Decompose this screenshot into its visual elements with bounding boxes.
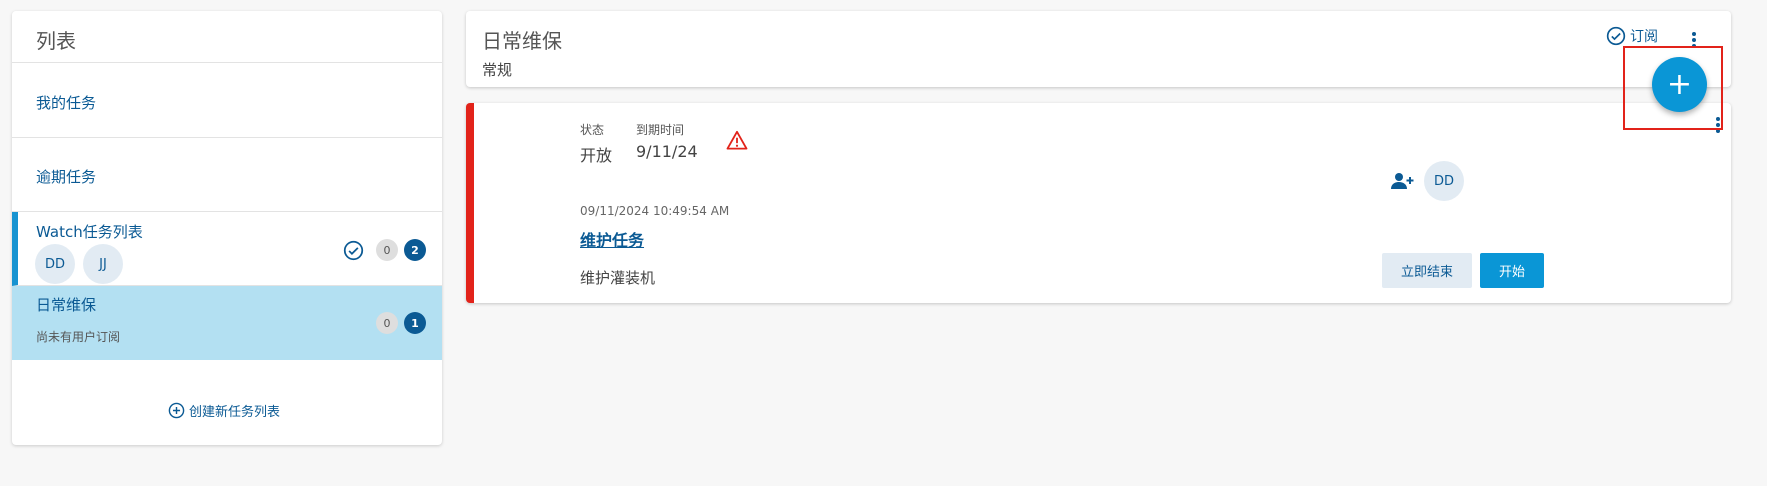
page-title: 日常维保: [482, 29, 562, 53]
task-more-options-icon[interactable]: [1716, 117, 1720, 133]
sidebar-item-subtext: 尚未有用户订阅: [36, 330, 121, 344]
sidebar-item-daily-maintenance[interactable]: 日常维保 尚未有用户订阅 0 1: [12, 286, 442, 360]
avatar: JJ: [83, 244, 123, 284]
status-value: 开放: [580, 146, 613, 165]
check-circle-icon: [343, 240, 364, 260]
sidebar-item-overdue-tasks[interactable]: 逾期任务: [12, 138, 442, 212]
task-title-link[interactable]: 维护任务: [580, 227, 644, 251]
sidebar-item-label: 逾期任务: [36, 168, 97, 186]
subscribe-label: 订阅: [1630, 29, 1658, 45]
page-subtitle: 常规: [482, 61, 513, 79]
more-options-icon[interactable]: [1692, 32, 1696, 48]
warning-icon: [726, 130, 748, 150]
sidebar-item-label: 日常维保: [36, 296, 97, 314]
sidebar-item-my-tasks[interactable]: 我的任务: [12, 63, 442, 138]
create-task-list-link[interactable]: 创建新任务列表: [168, 401, 280, 420]
status-label: 状态: [580, 123, 605, 137]
plus-icon: +: [1666, 67, 1693, 102]
create-task-list-label: 创建新任务列表: [189, 405, 281, 420]
task-count-badge: 1: [404, 312, 426, 334]
task-lists-panel: 列表 我的任务 逾期任务 Watch任务列表 DD JJ 0 2 日常维保 尚未…: [12, 11, 442, 445]
task-count-badge: 2: [404, 239, 426, 261]
open-count-badge: 0: [376, 239, 398, 261]
assign-user-icon[interactable]: [1390, 171, 1414, 191]
list-counts: 0 2: [343, 239, 426, 261]
sidebar-item-watch-list[interactable]: Watch任务列表 DD JJ 0 2: [12, 212, 442, 286]
subscribe-button[interactable]: 订阅: [1606, 26, 1658, 46]
task-timestamp: 09/11/2024 10:49:54 AM: [580, 204, 730, 218]
due-date-value: 9/11/24: [636, 142, 698, 161]
assignee-avatar: DD: [1424, 161, 1464, 201]
start-button[interactable]: 开始: [1480, 253, 1544, 288]
due-date-label: 到期时间: [636, 123, 685, 137]
sidebar-item-label: Watch任务列表: [36, 223, 143, 241]
add-task-button[interactable]: +: [1652, 57, 1707, 112]
list-header-card: 日常维保 常规 订阅: [466, 11, 1731, 87]
task-description: 维护灌装机: [580, 269, 656, 287]
add-circle-icon: [168, 402, 185, 419]
list-counts: 0 1: [376, 312, 426, 334]
panel-title: 列表: [12, 11, 442, 63]
sidebar-item-label: 我的任务: [36, 94, 97, 112]
open-count-badge: 0: [376, 312, 398, 334]
finish-now-button[interactable]: 立即结束: [1382, 253, 1472, 288]
avatar: DD: [35, 244, 75, 284]
task-card: 状态 开放 到期时间 9/11/24 09/11/2024 10:49:54 A…: [466, 103, 1731, 303]
check-circle-icon: [1606, 26, 1626, 46]
subscriber-avatars: DD JJ: [35, 244, 123, 284]
